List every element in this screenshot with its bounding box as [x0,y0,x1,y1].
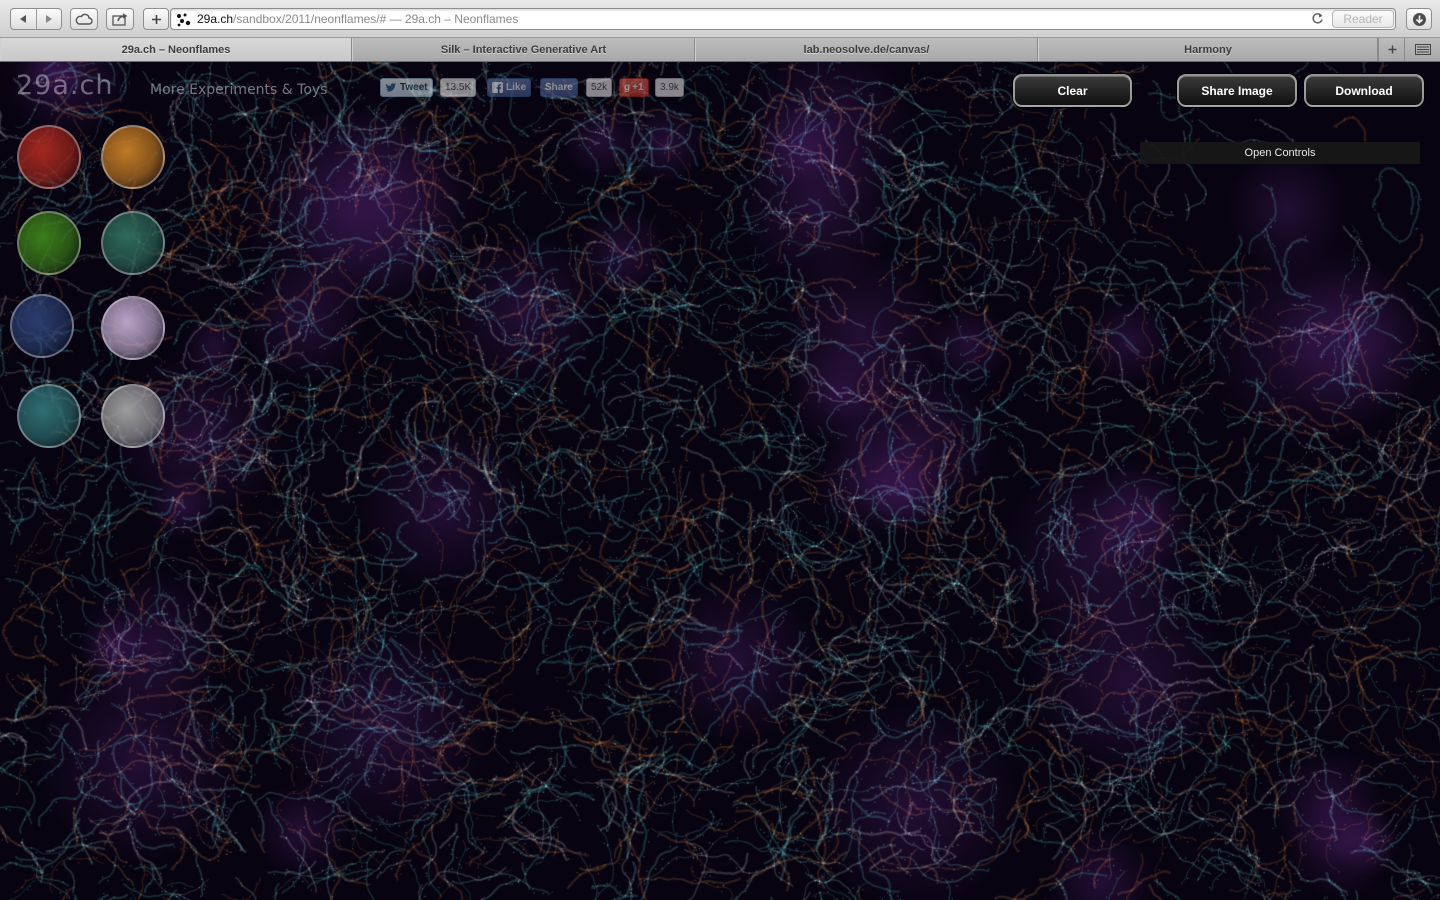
back-icon[interactable] [11,9,36,29]
color-swatch-red[interactable] [17,125,81,189]
new-tab-button[interactable] [1378,38,1405,61]
new-tab-icon [1388,45,1396,54]
history-nav [10,8,62,30]
share-icon [112,12,128,26]
twitter-bird-icon [385,82,397,92]
add-bookmark-icon [151,14,161,24]
url-host: 29a.ch [197,12,234,26]
color-swatch-white[interactable] [101,384,165,448]
google-plus-icon: g [624,82,631,93]
gplus-count: 3.9k [655,78,684,97]
address-bar[interactable]: 29a.ch/sandbox/2011/neonflames/# — 29a.c… [170,8,1396,30]
tweet-button[interactable]: Tweet [380,78,433,97]
tab-harmony[interactable]: Harmony [1038,38,1378,61]
url-text: 29a.ch/sandbox/2011/neonflames/# — 29a.c… [197,12,518,26]
icloud-tabs-button[interactable] [70,8,98,30]
color-swatch-lilac[interactable] [101,296,165,360]
forward-icon[interactable] [35,9,62,29]
downloads-button[interactable] [1406,8,1432,30]
tab-neosolve[interactable]: lab.neosolve.de/canvas/ [695,38,1038,61]
reader-button[interactable]: Reader [1332,10,1394,28]
tweet-count: 13.5K [440,78,477,97]
reload-icon[interactable] [1311,12,1324,30]
facebook-share-button[interactable]: Share [540,78,578,97]
facebook-like-button[interactable]: Like [487,78,532,97]
add-bookmark-button[interactable] [143,8,169,30]
share-image-button[interactable]: Share Image [1177,74,1297,107]
drawing-canvas[interactable] [0,62,1440,900]
neonflames-page: 29a.ch More Experiments & Toys Tweet 13.… [0,62,1440,900]
open-controls-button[interactable]: Open Controls [1140,142,1420,164]
more-experiments-link[interactable]: More Experiments & Toys [150,82,327,98]
tweet-label: Tweet [400,82,428,93]
site-favicon-icon [177,13,191,27]
color-swatch-green[interactable] [17,211,81,275]
color-swatch-teal[interactable] [101,211,165,275]
like-label: Like [506,82,527,93]
share-button[interactable] [106,8,134,30]
site-logo[interactable]: 29a.ch [16,70,113,101]
url-path: /sandbox/2011/neonflames/# — 29a.ch – Ne… [233,12,519,26]
download-button[interactable]: Download [1304,74,1424,107]
downloads-icon [1412,12,1426,26]
clear-button[interactable]: Clear [1013,74,1132,107]
color-swatch-blue[interactable] [10,294,74,358]
icloud-icon [75,13,93,25]
google-plus-button[interactable]: g +1 [619,78,649,97]
tab-bar: 29a.ch – Neonflames Silk – Interactive G… [0,38,1440,62]
tab-neonflames[interactable]: 29a.ch – Neonflames [0,38,352,61]
tab-view-icon [1415,44,1431,55]
browser-toolbar: 29a.ch/sandbox/2011/neonflames/# — 29a.c… [0,0,1440,38]
tab-view-button[interactable] [1404,38,1440,61]
tab-silk[interactable]: Silk – Interactive Generative Art [352,38,695,61]
color-swatch-orange[interactable] [101,125,165,189]
color-swatch-cyan[interactable] [17,384,81,448]
facebook-icon [492,82,503,93]
gplus-label: +1 [632,82,644,93]
like-count: 52k [586,78,613,97]
